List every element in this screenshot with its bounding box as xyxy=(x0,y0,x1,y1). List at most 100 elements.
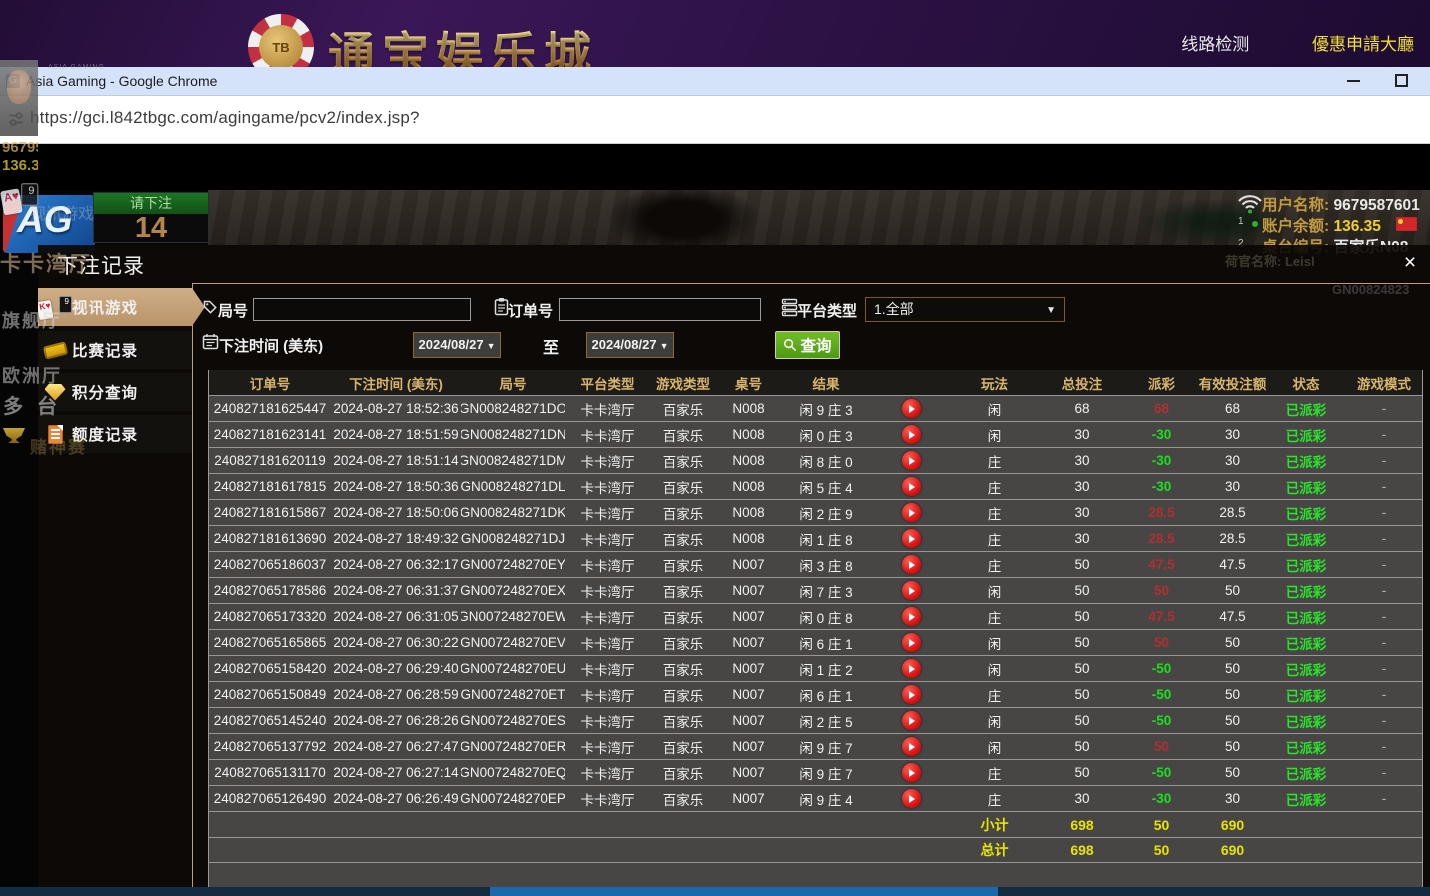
replay-play-button[interactable] xyxy=(902,503,921,522)
minimize-button[interactable] xyxy=(1347,80,1360,82)
window-titlebar: G Asia Gaming - Google Chrome xyxy=(0,67,1430,96)
play-cell: 庄 xyxy=(951,682,1038,707)
play-icon xyxy=(909,795,915,803)
round-number-input[interactable] xyxy=(253,298,471,321)
site-logo-text: 通宝娱乐城 xyxy=(328,16,598,67)
column-header: 订单号 xyxy=(209,370,331,395)
table-row: 2408270651785862024-08-27 06:31:37GN0072… xyxy=(209,577,1422,603)
result-cell: 闲 7 庄 3 xyxy=(781,578,871,603)
replay-cell xyxy=(871,656,951,681)
bet-cell: 50 xyxy=(1038,552,1126,577)
round-cell: GN007248270EX xyxy=(461,578,565,603)
valid-cell: 30 xyxy=(1197,474,1268,499)
total-label: 总计 xyxy=(951,838,1038,862)
tab-video-games[interactable]: 9 K♥ 视讯游戏 xyxy=(38,288,205,326)
casino-chip-logo-icon: TB xyxy=(248,14,314,67)
status-cell: 已派彩 xyxy=(1268,760,1344,785)
tab-points-query[interactable]: 积分查询 xyxy=(38,373,192,411)
replay-play-button[interactable] xyxy=(902,425,921,444)
tab-label: 比赛记录 xyxy=(72,339,138,361)
status-cell: 已派彩 xyxy=(1268,422,1344,447)
tab-quota-records[interactable]: 额度记录 xyxy=(38,415,192,453)
play-cell: 闲 xyxy=(951,396,1038,421)
result-cell: 闲 9 庄 3 xyxy=(781,396,871,421)
time-cell: 2024-08-27 18:51:59 xyxy=(331,422,461,447)
balance-label: 账户余额: xyxy=(1262,218,1329,235)
horizontal-scrollbar[interactable] xyxy=(0,887,1430,896)
replay-play-button[interactable] xyxy=(902,659,921,678)
divider xyxy=(192,283,193,887)
replay-play-button[interactable] xyxy=(902,607,921,626)
bet-time-label: 下注时间 (美东) xyxy=(219,335,323,356)
table-cell: N008 xyxy=(716,474,781,499)
replay-play-button[interactable] xyxy=(902,451,921,470)
replay-play-button[interactable] xyxy=(902,789,921,808)
url-text[interactable]: https://gci.l842tbgc.com/agingame/pcv2/i… xyxy=(30,108,420,128)
time-cell: 2024-08-27 06:26:49 xyxy=(331,786,461,811)
table-cell: N007 xyxy=(716,604,781,629)
maximize-button[interactable] xyxy=(1395,74,1408,87)
subtotal-row: 小计69850690 xyxy=(209,811,1422,837)
time-cell: 2024-08-27 18:50:36 xyxy=(331,474,461,499)
replay-play-button[interactable] xyxy=(902,529,921,548)
replay-play-button[interactable] xyxy=(902,581,921,600)
replay-play-button[interactable] xyxy=(902,711,921,730)
result-cell: 闲 1 庄 2 xyxy=(781,656,871,681)
round-cell: GN007248270ES xyxy=(461,708,565,733)
account-panel: 1 2 用户名称: 9679587601 账户余额: 136.35 桌台编号: … xyxy=(1180,190,1430,248)
order-cell: 240827065158420 xyxy=(209,656,331,681)
site-settings-icon[interactable] xyxy=(7,110,25,128)
line-check-link[interactable]: 线路检测 xyxy=(1181,30,1249,55)
table-row: 2408271816158672024-08-27 18:50:06GN0082… xyxy=(209,499,1422,525)
bet-cell: 30 xyxy=(1038,500,1126,525)
screen: TB 通宝娱乐城 线路检测 優惠申請大廳 G Asia Gaming - Goo… xyxy=(0,0,1430,896)
payout-cell: -30 xyxy=(1126,786,1197,811)
date-from-picker[interactable]: 2024/08/27▼ xyxy=(413,332,501,358)
play-cell: 闲 xyxy=(951,708,1038,733)
column-header: 桌号 xyxy=(716,370,781,395)
game-cell: 百家乐 xyxy=(650,656,716,681)
game-cell: 百家乐 xyxy=(650,526,716,551)
bet-cell: 50 xyxy=(1038,630,1126,655)
replay-cell xyxy=(871,708,951,733)
mode-cell: - xyxy=(1344,552,1423,577)
time-cell: 2024-08-27 06:31:05 xyxy=(331,604,461,629)
replay-cell xyxy=(871,578,951,603)
replay-cell xyxy=(871,760,951,785)
replay-play-button[interactable] xyxy=(902,477,921,496)
total-cell xyxy=(331,812,461,837)
search-button[interactable]: 查询 xyxy=(775,331,840,359)
table-cell: N007 xyxy=(716,708,781,733)
divider xyxy=(192,283,1430,284)
tab-match-records[interactable]: 比赛记录 xyxy=(38,331,192,369)
close-icon[interactable]: × xyxy=(1398,252,1422,276)
replay-play-button[interactable] xyxy=(902,685,921,704)
platform-cell: 卡卡湾厅 xyxy=(565,578,650,603)
play-icon xyxy=(909,613,915,621)
replay-play-button[interactable] xyxy=(902,555,921,574)
time-cell: 2024-08-27 18:51:14 xyxy=(331,448,461,473)
promo-apply-link[interactable]: 優惠申請大廳 xyxy=(1312,30,1414,55)
order-number-input[interactable] xyxy=(559,298,761,321)
replay-cell xyxy=(871,734,951,759)
bet-records-modal: 下注记录 × 9 K♥ 视讯游戏 比赛记录 积分查询 额度记录 xyxy=(38,245,1430,887)
address-bar[interactable]: https://gci.l842tbgc.com/agingame/pcv2/i… xyxy=(0,96,1430,144)
replay-play-button[interactable] xyxy=(902,399,921,418)
valid-cell: 30 xyxy=(1197,422,1268,447)
payout-cell: -50 xyxy=(1126,682,1197,707)
date-to-picker[interactable]: 2024/08/27▼ xyxy=(586,332,674,358)
total-cell xyxy=(871,838,951,862)
chevron-down-icon: ▼ xyxy=(1046,299,1056,322)
replay-play-button[interactable] xyxy=(902,633,921,652)
payout-cell: 50 xyxy=(1126,578,1197,603)
replay-play-button[interactable] xyxy=(902,763,921,782)
platform-type-select[interactable]: 1.全部 ▼ xyxy=(865,297,1065,322)
ticket-icon xyxy=(42,341,67,359)
scrollbar-thumb[interactable] xyxy=(490,887,998,896)
order-cell: 240827181613690 xyxy=(209,526,331,551)
status-cell: 已派彩 xyxy=(1268,656,1344,681)
payout-cell: 28.5 xyxy=(1126,526,1197,551)
countdown-value: 14 xyxy=(94,214,208,243)
play-cell: 庄 xyxy=(951,786,1038,811)
replay-play-button[interactable] xyxy=(902,737,921,756)
